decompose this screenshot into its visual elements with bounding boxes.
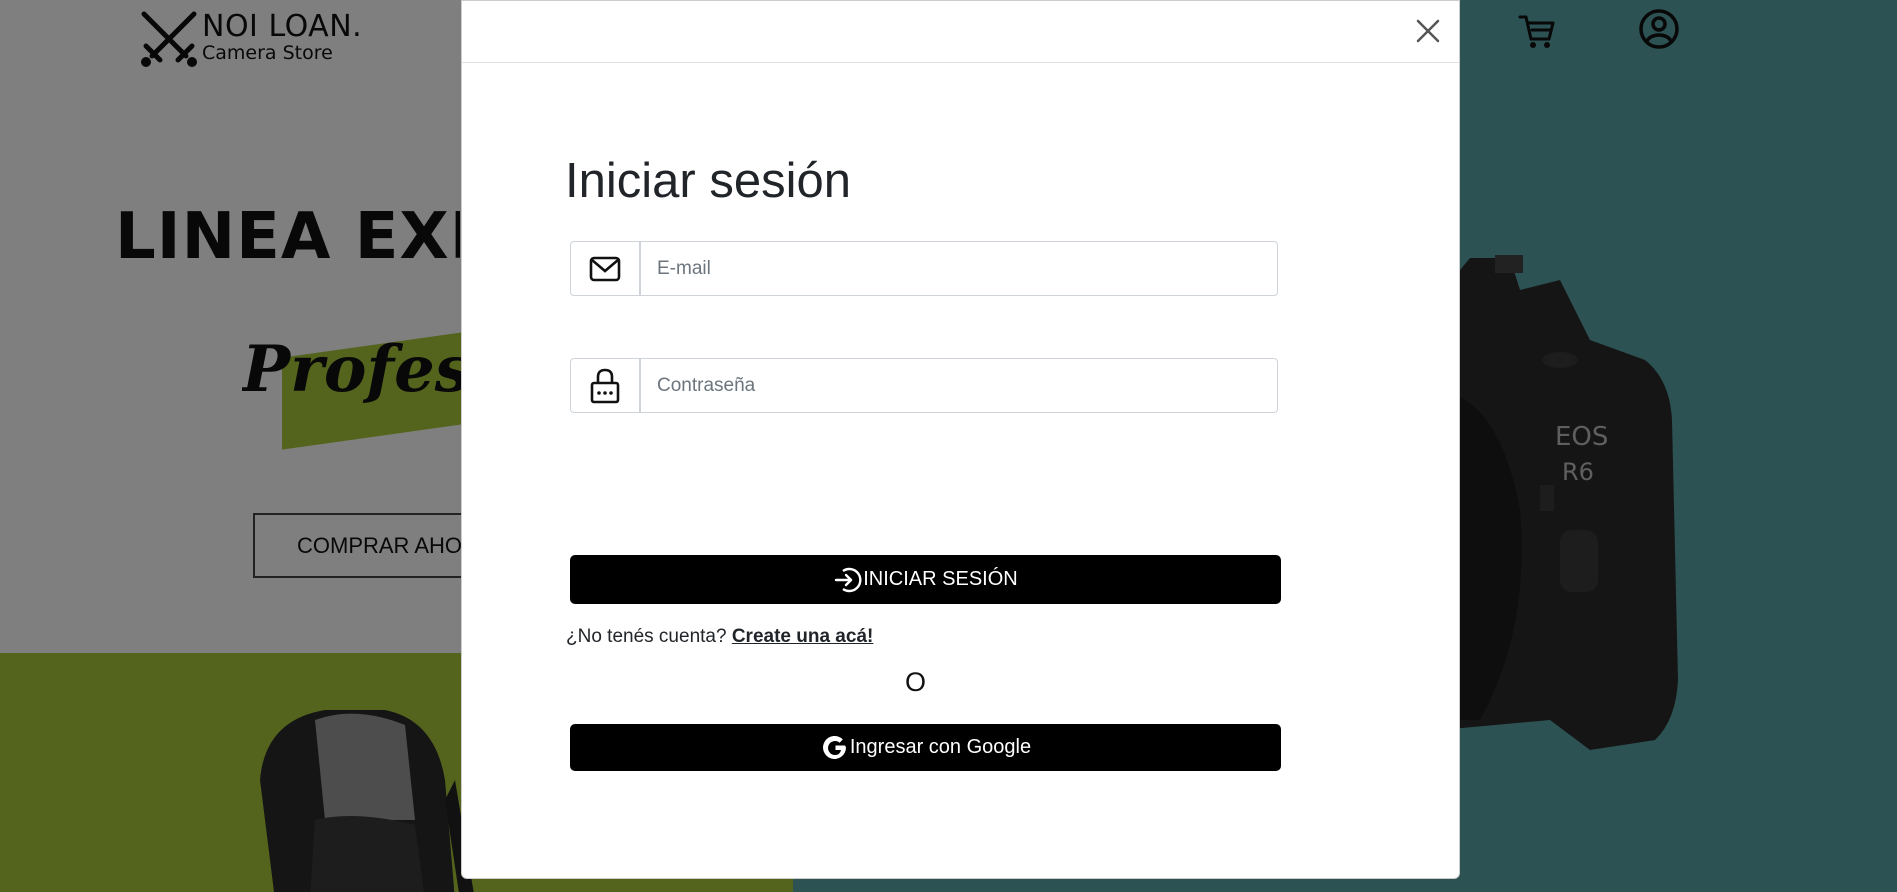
password-addon [570,358,640,413]
email-input-group [570,241,1278,296]
google-login-button[interactable]: Ingresar con Google [570,724,1281,771]
signup-prompt-line: ¿No tenés cuenta? Create una acá! [566,626,873,648]
email-addon [570,241,640,296]
modal-header [462,1,1459,63]
or-separator: O [905,667,927,697]
signup-link[interactable]: Create una acá! [732,626,874,647]
login-arrow-icon [835,567,862,592]
signup-prompt: ¿No tenés cuenta? [566,626,727,647]
password-field[interactable] [640,358,1278,413]
email-field[interactable] [640,241,1278,296]
login-button[interactable]: INICIAR SESIÓN [570,555,1281,604]
google-button-label: Ingresar con Google [849,736,1032,758]
close-button[interactable] [1414,17,1442,45]
login-modal: Iniciar sesión INICIAR SES [461,0,1460,879]
modal-title: Iniciar sesión [565,154,851,208]
close-icon [1416,19,1440,43]
lock-icon [590,368,620,403]
envelope-icon [589,256,621,281]
password-input-group [570,358,1278,413]
login-button-label: INICIAR SESIÓN [863,568,1018,590]
google-icon [822,735,846,759]
